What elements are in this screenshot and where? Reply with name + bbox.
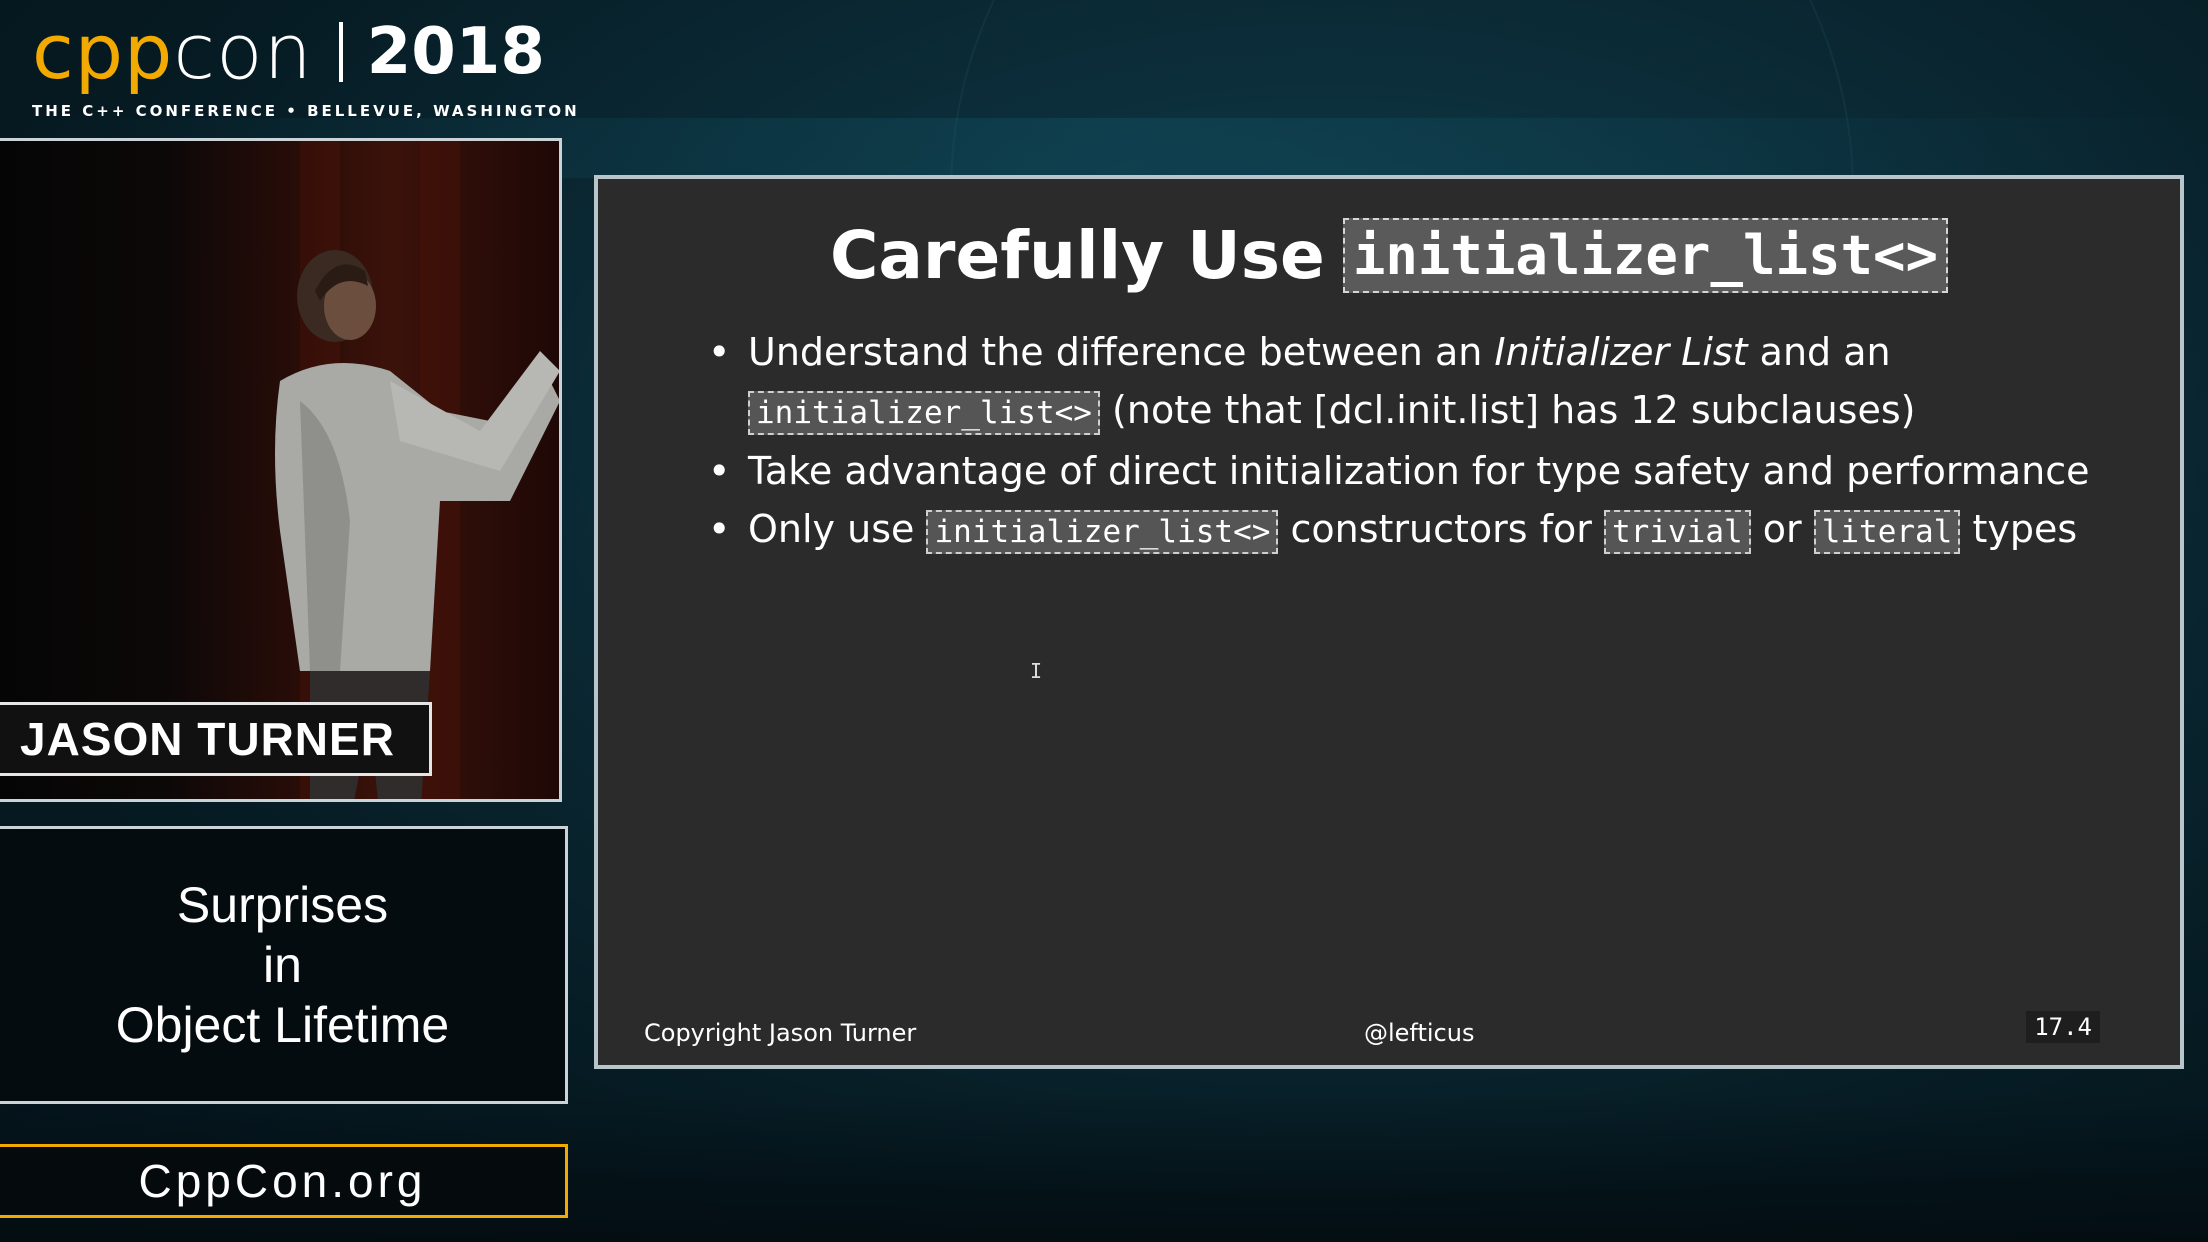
slide-title-code: initializer_list<>: [1342, 218, 1949, 293]
bullet-item: Understand the difference between an Ini…: [708, 323, 2148, 442]
talk-title-line: Surprises: [176, 877, 389, 933]
bullet-text: Take advantage of direct initialization …: [748, 449, 2090, 493]
bullet-text: Only use: [748, 507, 927, 551]
bullet-text: types: [1960, 507, 2078, 551]
logo-cpp: cpp: [32, 7, 174, 96]
bullet-text: or: [1750, 507, 1814, 551]
speaker-name-box: JASON TURNER: [0, 702, 432, 776]
cppcon-logo: cpp con 2018 THE C++ CONFERENCE • BELLEV…: [32, 12, 580, 121]
bullet-text: and an: [1747, 330, 1891, 374]
bullet-italic: Initializer List: [1494, 330, 1748, 374]
bullet-item: Only use initializer_list<> constructors…: [708, 500, 2148, 561]
code-snippet: trivial: [1604, 510, 1751, 554]
slide-bullet-list: Understand the difference between an Ini…: [708, 323, 2148, 561]
talk-title-panel: Surprises in Object Lifetime: [0, 826, 568, 1104]
logo-con: con: [173, 7, 313, 96]
website-banner: CppCon.org: [0, 1144, 568, 1218]
bullet-text: (note that [dcl.init.list] has 12 subcla…: [1099, 388, 1916, 432]
logo-tagline: THE C++ CONFERENCE • BELLEVUE, WASHINGTO…: [32, 102, 580, 120]
text-cursor-icon: I: [1030, 659, 1043, 683]
website-text: CppCon.org: [138, 1155, 427, 1207]
footer-copyright: Copyright Jason Turner: [644, 1019, 917, 1047]
logo-row: cpp con 2018: [32, 12, 580, 92]
slide-title-text: Carefully Use: [829, 217, 1325, 294]
speaker-name: JASON TURNER: [20, 713, 395, 765]
logo-separator: [338, 22, 343, 82]
bullet-text: constructors for: [1278, 507, 1605, 551]
code-snippet: literal: [1813, 510, 1961, 554]
talk-title-line: Object Lifetime: [115, 997, 450, 1053]
presentation-slide: Carefully Use initializer_list<> Underst…: [594, 175, 2184, 1069]
logo-year: 2018: [366, 15, 545, 89]
slide-title: Carefully Use initializer_list<>: [598, 217, 2180, 294]
bullet-text: Understand the difference between an: [748, 330, 1495, 374]
slide-footer: Copyright Jason Turner @lefticus 17.4: [644, 1007, 2100, 1047]
talk-title-line: in: [263, 937, 302, 993]
bullet-item: Take advantage of direct initialization …: [708, 442, 2148, 500]
code-snippet: initializer_list<>: [748, 391, 1100, 435]
code-snippet: initializer_list<>: [926, 510, 1279, 554]
slide-number: 17.4: [2026, 1011, 2100, 1043]
footer-handle: @lefticus: [1364, 1019, 1475, 1047]
